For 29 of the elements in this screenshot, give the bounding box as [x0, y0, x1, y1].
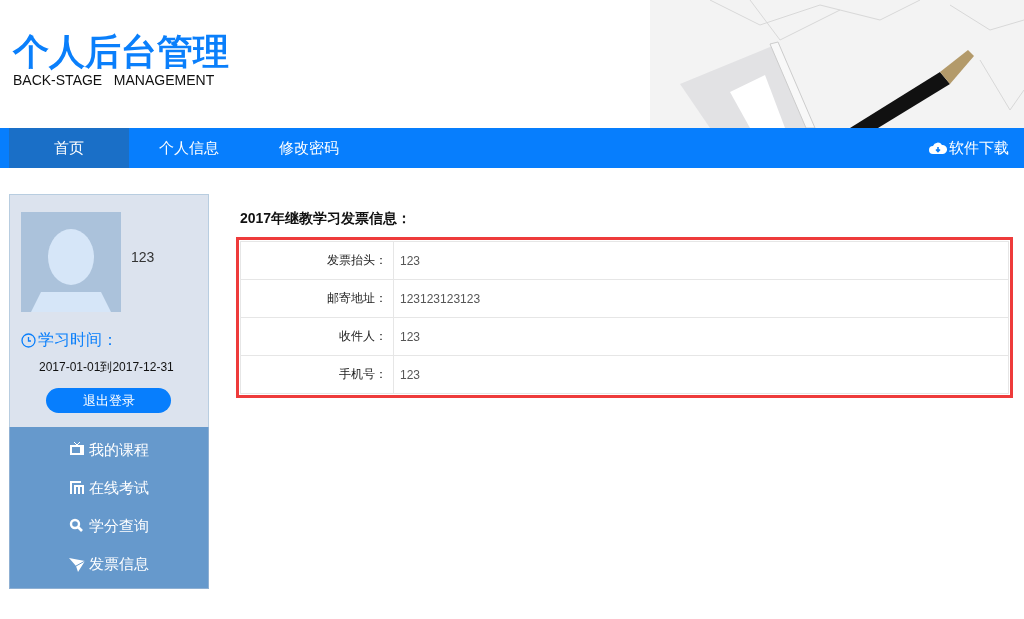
paper-plane-icon	[69, 556, 85, 572]
field-label: 手机号：	[240, 355, 394, 394]
search-icon	[69, 518, 85, 534]
download-link[interactable]: 软件下载	[929, 138, 1024, 158]
nav-tab[interactable]: 首页	[9, 128, 129, 168]
user-name: 123	[131, 249, 155, 265]
nav-tab[interactable]: 个人信息	[129, 128, 249, 168]
field-value: 123	[393, 317, 1009, 356]
field-label: 发票抬头：	[240, 241, 394, 280]
nav-tab[interactable]: 修改密码	[249, 128, 369, 168]
menu-item[interactable]: 学分查询	[10, 507, 208, 545]
clock-icon	[21, 333, 36, 348]
logout-button[interactable]: 退出登录	[46, 388, 171, 413]
tv-icon	[69, 442, 85, 458]
section-title: 2017年继教学习发票信息：	[240, 209, 413, 228]
field-value: 123	[393, 241, 1009, 280]
study-time-label: 学习时间：	[38, 330, 118, 350]
field-value: 123123123123	[393, 279, 1009, 318]
site-subtitle: BACK-STAGE MANAGEMENT	[13, 72, 216, 88]
field-value: 123	[393, 355, 1009, 394]
menu-item[interactable]: 发票信息	[10, 545, 208, 583]
study-period: 2017-01-01到2017-12-31	[39, 359, 175, 376]
site-title: 个人后台管理	[13, 32, 229, 72]
cloud-download-icon	[929, 141, 947, 155]
field-label: 收件人：	[240, 317, 394, 356]
field-label: 邮寄地址：	[240, 279, 394, 318]
document-icon	[69, 480, 85, 496]
menu-item[interactable]: 在线考试	[10, 469, 208, 507]
menu-item[interactable]: 我的课程	[10, 431, 208, 469]
